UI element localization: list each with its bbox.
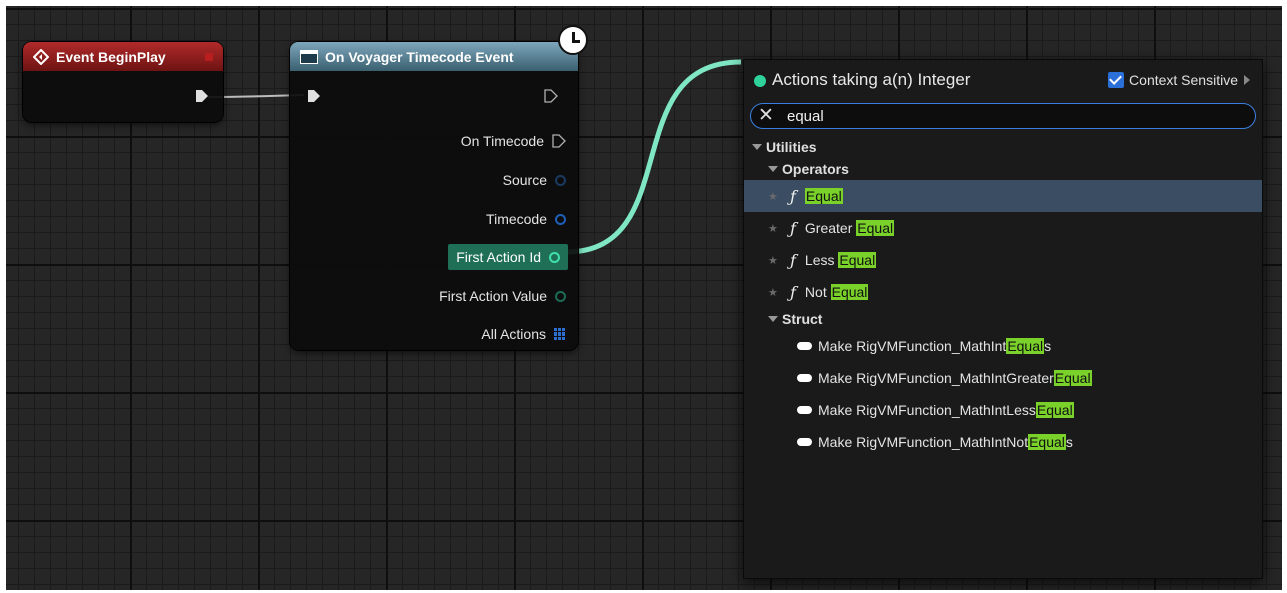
function-icon: ƒ <box>790 250 796 270</box>
pin-on-timecode[interactable]: On Timecode <box>461 128 566 154</box>
action-item-less-equal[interactable]: ★ ƒ Less Equal <box>744 244 1262 276</box>
pin-source[interactable]: Source <box>503 167 566 193</box>
category-label: Utilities <box>766 139 817 155</box>
integer-pin-icon <box>549 251 560 263</box>
array-pin-icon <box>554 328 566 340</box>
pin-first-action-id[interactable]: First Action Id <box>448 244 568 270</box>
context-sensitive-label: Context Sensitive <box>1129 72 1238 88</box>
struct-pin-icon <box>555 213 566 225</box>
context-sensitive-toggle[interactable]: Context Sensitive <box>1108 72 1250 88</box>
function-window-icon <box>300 49 318 64</box>
context-sensitive-checkbox[interactable] <box>1108 72 1125 88</box>
voyager-node-header[interactable]: On Voyager Timecode Event <box>290 42 578 71</box>
exec-pin-icon <box>552 134 566 148</box>
voyager-node-title: On Voyager Timecode Event <box>325 48 514 65</box>
action-label-pre: Make RigVMFunction_MathIntGreater <box>818 370 1054 386</box>
delegate-pin-icon <box>205 53 213 61</box>
actions-tree: Utilities Operators ★ ƒ Equal ★ ƒ Greate… <box>744 136 1262 458</box>
struct-pill-icon <box>797 406 812 414</box>
exec-then-pin[interactable] <box>544 89 558 103</box>
collapse-triangle-icon[interactable] <box>768 316 778 322</box>
action-label-pre: Make RigVMFunction_MathIntNot <box>818 434 1029 450</box>
action-item-make-mathint-not-equals[interactable]: Make RigVMFunction_MathIntNot Equal s <box>744 426 1262 458</box>
function-icon: ƒ <box>790 186 796 206</box>
search-match-highlight: Equal <box>1006 338 1045 354</box>
pin-label: All Actions <box>481 326 546 342</box>
favorite-star-icon[interactable]: ★ <box>768 222 782 235</box>
struct-pill-icon <box>797 342 812 350</box>
category-utilities[interactable]: Utilities <box>744 136 1262 158</box>
collapse-triangle-icon[interactable] <box>768 166 778 172</box>
event-beginplay-title: Event BeginPlay <box>56 48 166 65</box>
object-pin-icon <box>555 174 566 186</box>
search-box[interactable]: ✕ <box>750 103 1256 129</box>
favorite-star-icon[interactable]: ★ <box>768 286 782 299</box>
favorite-star-icon[interactable]: ★ <box>768 190 782 203</box>
action-item-greater-equal[interactable]: ★ ƒ Greater Equal <box>744 212 1262 244</box>
action-item-make-mathint-equals[interactable]: Make RigVMFunction_MathInt Equal s <box>744 330 1262 362</box>
action-label-pre: Make RigVMFunction_MathIntLess <box>818 402 1036 418</box>
function-icon: ƒ <box>790 282 796 302</box>
pin-label: First Action Value <box>439 288 547 304</box>
integer-wire <box>565 59 742 255</box>
action-label-pre: Less <box>804 252 839 268</box>
integer-type-dot-icon <box>754 75 766 87</box>
voyager-timecode-event-node[interactable]: On Voyager Timecode Event On Timecode So… <box>290 42 578 350</box>
action-item-not-equal[interactable]: ★ ƒ Not Equal <box>744 276 1262 308</box>
blueprint-graph-canvas[interactable]: Event BeginPlay On Voyager Timecode Even… <box>6 6 1282 590</box>
actions-menu-header: Actions taking a(n) Integer Context Sens… <box>744 60 1262 100</box>
category-label: Operators <box>782 161 849 177</box>
pin-label: Source <box>502 172 547 188</box>
struct-pill-icon <box>797 438 812 446</box>
pin-all-actions[interactable]: All Actions <box>481 321 566 347</box>
search-match-highlight: Equal <box>1028 434 1066 450</box>
category-operators[interactable]: Operators <box>744 158 1262 180</box>
actions-menu[interactable]: Actions taking a(n) Integer Context Sens… <box>743 59 1263 579</box>
event-beginplay-node[interactable]: Event BeginPlay <box>23 42 223 122</box>
action-label-pre: Not <box>804 284 831 300</box>
struct-pill-icon <box>797 374 812 382</box>
pin-label: Timecode <box>486 211 547 227</box>
action-label-post: s <box>1065 434 1073 450</box>
search-input[interactable] <box>785 106 1229 126</box>
object-pin-icon <box>555 290 566 302</box>
search-match-highlight: Equal <box>830 284 869 300</box>
pin-label: First Action Id <box>456 249 541 265</box>
action-label-pre: Make RigVMFunction_MathInt <box>818 338 1007 354</box>
search-match-highlight: Equal <box>804 188 843 204</box>
action-label-pre: Greater <box>804 220 857 236</box>
pin-label: On Timecode <box>460 133 544 149</box>
latent-clock-icon <box>558 25 588 55</box>
collapse-triangle-icon[interactable] <box>752 144 762 150</box>
pin-timecode[interactable]: Timecode <box>486 206 566 232</box>
actions-menu-title: Actions taking a(n) Integer <box>772 70 971 89</box>
action-item-make-mathint-less-equal[interactable]: Make RigVMFunction_MathIntLess Equal <box>744 394 1262 426</box>
pin-first-action-value[interactable]: First Action Value <box>439 283 566 309</box>
exec-out-pin[interactable] <box>195 89 209 103</box>
function-icon: ƒ <box>790 218 796 238</box>
event-beginplay-header[interactable]: Event BeginPlay <box>23 42 223 71</box>
search-match-highlight: Equal <box>838 252 877 268</box>
expand-arrow-icon[interactable] <box>1244 75 1250 85</box>
action-label-post: s <box>1044 338 1052 354</box>
category-struct[interactable]: Struct <box>744 308 1262 330</box>
search-match-highlight: Equal <box>1053 370 1092 386</box>
exec-in-pin[interactable] <box>307 89 321 103</box>
category-label: Struct <box>782 311 823 327</box>
event-diamond-icon <box>33 48 49 65</box>
clear-search-icon[interactable]: ✕ <box>755 106 777 126</box>
search-match-highlight: Equal <box>856 220 895 236</box>
search-match-highlight: Equal <box>1035 402 1074 418</box>
action-item-equal[interactable]: ★ ƒ Equal <box>744 180 1262 212</box>
favorite-star-icon[interactable]: ★ <box>768 254 782 267</box>
action-item-make-mathint-greater-equal[interactable]: Make RigVMFunction_MathIntGreater Equal <box>744 362 1262 394</box>
